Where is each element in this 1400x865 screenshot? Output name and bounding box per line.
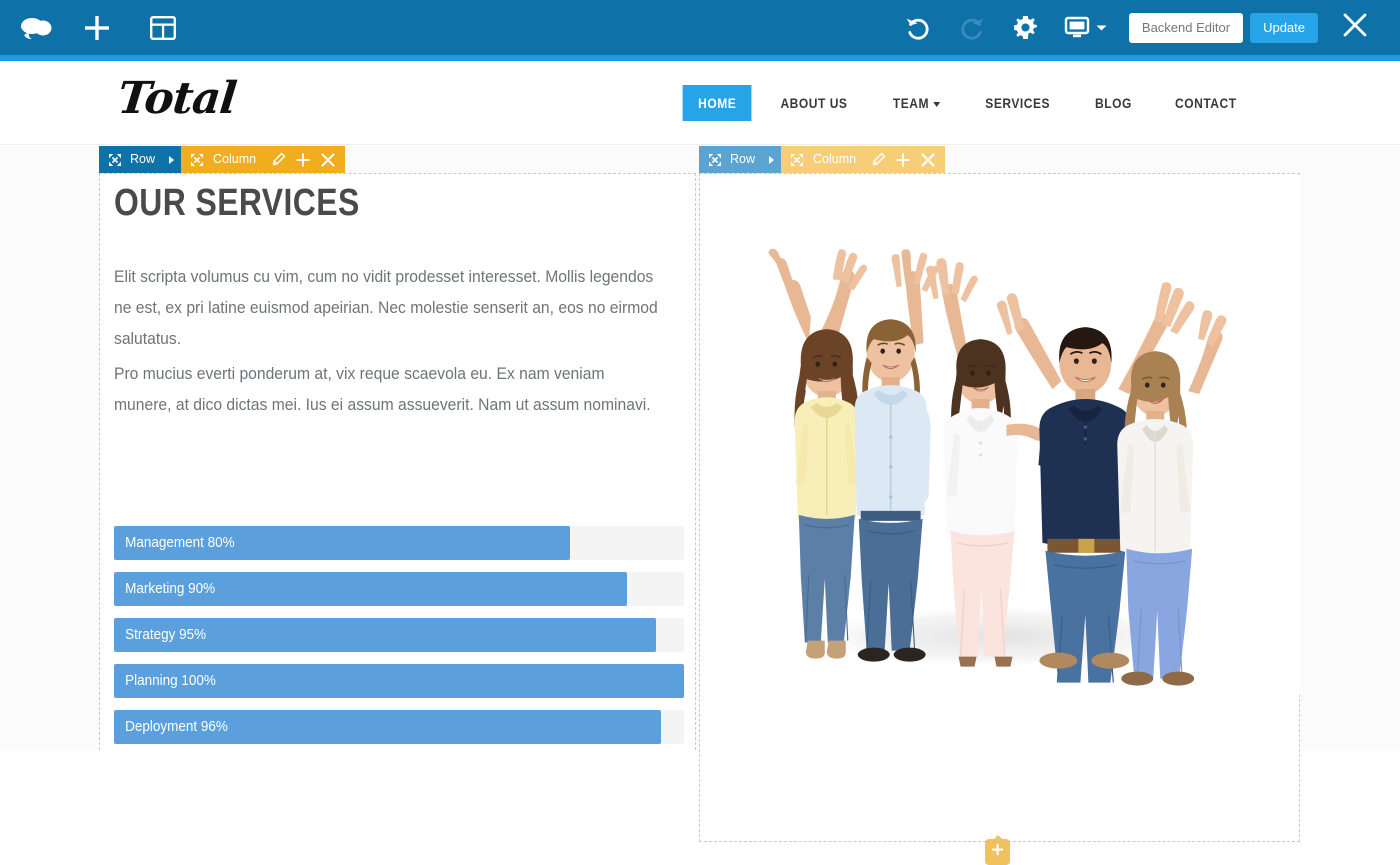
chevron-right-icon[interactable] <box>169 155 175 164</box>
progress-bar-row[interactable]: Management 80% <box>114 526 684 560</box>
monitor-icon <box>1063 15 1091 41</box>
plus-icon <box>82 13 112 43</box>
nav-label: TEAM <box>892 95 930 111</box>
nav-item-team[interactable]: TEAM <box>877 85 955 121</box>
update-button[interactable]: Update <box>1250 12 1318 43</box>
nav-label: HOME <box>697 95 737 111</box>
chevron-right-icon[interactable] <box>769 155 775 164</box>
admin-toolbar-left <box>0 0 190 55</box>
site-logo[interactable]: Total <box>115 73 238 124</box>
gear-icon <box>1012 14 1039 41</box>
column-control-label: Column <box>213 152 257 167</box>
redo-button[interactable] <box>945 0 999 55</box>
nav-item-blog[interactable]: BLOG <box>1079 85 1147 121</box>
cloud-icon <box>18 15 54 41</box>
body-paragraph-1: Elit scripta volumus cu vim, cum no vidi… <box>114 268 658 348</box>
move-arrows-icon <box>790 153 804 167</box>
left-column[interactable]: OUR SERVICES Elit scripta volumus cu vim… <box>99 173 696 750</box>
backend-editor-label: Backend Editor <box>1141 20 1231 35</box>
right-row-controls: Row Column <box>699 146 946 173</box>
move-arrows-icon <box>708 153 722 167</box>
undo-button[interactable] <box>891 0 945 55</box>
backend-editor-button[interactable]: Backend Editor <box>1128 12 1244 43</box>
settings-button[interactable] <box>999 0 1053 55</box>
progress-bar-row[interactable]: Marketing 90% <box>114 572 684 606</box>
admin-toolbar-right: Backend Editor Update <box>891 0 1400 55</box>
row-control-right[interactable]: Row <box>699 146 782 173</box>
column-control-label: Column <box>813 152 857 167</box>
site-header: Total HOME ABOUT US TEAM SERVICES BLOG C… <box>0 61 1400 145</box>
close-x-icon <box>1341 11 1369 44</box>
row-control-left[interactable]: Row <box>99 146 182 173</box>
admin-toolbar: Backend Editor Update <box>0 0 1400 55</box>
progress-bar-fill: Management 80% <box>114 526 570 560</box>
progress-bar-row[interactable]: Planning 100% <box>114 664 684 698</box>
progress-bar-label: Planning 100% <box>125 673 216 689</box>
plus-icon[interactable] <box>295 152 311 168</box>
add-element-toolbar-button[interactable] <box>70 0 124 55</box>
column-control-left[interactable]: Column <box>181 146 346 173</box>
row-control-label: Row <box>130 152 156 167</box>
page-title: OUR SERVICES <box>114 182 360 224</box>
add-element-button[interactable] <box>985 839 1010 865</box>
redo-arrow-icon <box>957 13 987 43</box>
progress-bar-fill: Marketing 90% <box>114 572 627 606</box>
progress-bar-label: Marketing 90% <box>125 581 216 597</box>
move-arrows-icon <box>108 153 122 167</box>
progress-bar-label: Management 80% <box>125 535 235 551</box>
nav-item-about-us[interactable]: ABOUT US <box>765 85 863 121</box>
move-arrows-icon <box>190 153 204 167</box>
progress-bar-label: Deployment 96% <box>125 719 228 735</box>
skills-progress-bar-chart: Management 80% Marketing 90% Strategy 95… <box>114 526 684 756</box>
visual-composer-logo-button[interactable] <box>14 0 58 55</box>
body-paragraph-2: Pro mucius everti ponderum at, vix reque… <box>114 365 651 414</box>
responsive-preview-button[interactable] <box>1053 0 1117 55</box>
main-navigation: HOME ABOUT US TEAM SERVICES BLOG CONTACT <box>677 85 1260 121</box>
plus-icon <box>990 842 1005 862</box>
close-x-icon[interactable] <box>320 152 336 168</box>
nav-label: ABOUT US <box>780 95 848 111</box>
templates-toolbar-button[interactable] <box>136 0 190 55</box>
progress-bar-fill: Planning 100% <box>114 664 684 698</box>
builder-canvas: Row Column Row Column OUR SERVICES Elit … <box>0 146 1400 865</box>
plus-icon[interactable] <box>895 152 911 168</box>
nav-item-home[interactable]: HOME <box>682 85 752 121</box>
chevron-down-icon <box>1096 24 1107 32</box>
nav-item-services[interactable]: SERVICES <box>970 85 1066 121</box>
right-column[interactable] <box>699 173 1300 842</box>
nav-item-contact[interactable]: CONTACT <box>1160 85 1253 121</box>
nav-label: SERVICES <box>985 95 1051 111</box>
pencil-icon[interactable] <box>871 152 886 167</box>
progress-bar-row[interactable]: Deployment 96% <box>114 710 684 744</box>
update-label: Update <box>1263 20 1305 35</box>
row-control-label: Row <box>730 152 756 167</box>
close-editor-button[interactable] <box>1326 0 1384 55</box>
pencil-icon[interactable] <box>271 152 286 167</box>
progress-bar-row[interactable]: Strategy 95% <box>114 618 684 652</box>
undo-arrow-icon <box>903 13 933 43</box>
progress-bar-label: Strategy 95% <box>125 627 207 643</box>
layout-grid-icon <box>149 14 177 42</box>
team-celebration-image[interactable] <box>701 175 1300 695</box>
progress-bar-fill: Deployment 96% <box>114 710 662 744</box>
close-x-icon[interactable] <box>920 152 936 168</box>
chevron-down-icon <box>933 101 941 107</box>
progress-bar-fill: Strategy 95% <box>114 618 656 652</box>
nav-label: BLOG <box>1094 95 1132 111</box>
column-control-right[interactable]: Column <box>781 146 946 173</box>
nav-label: CONTACT <box>1175 95 1237 111</box>
left-row-controls: Row Column <box>99 146 346 173</box>
